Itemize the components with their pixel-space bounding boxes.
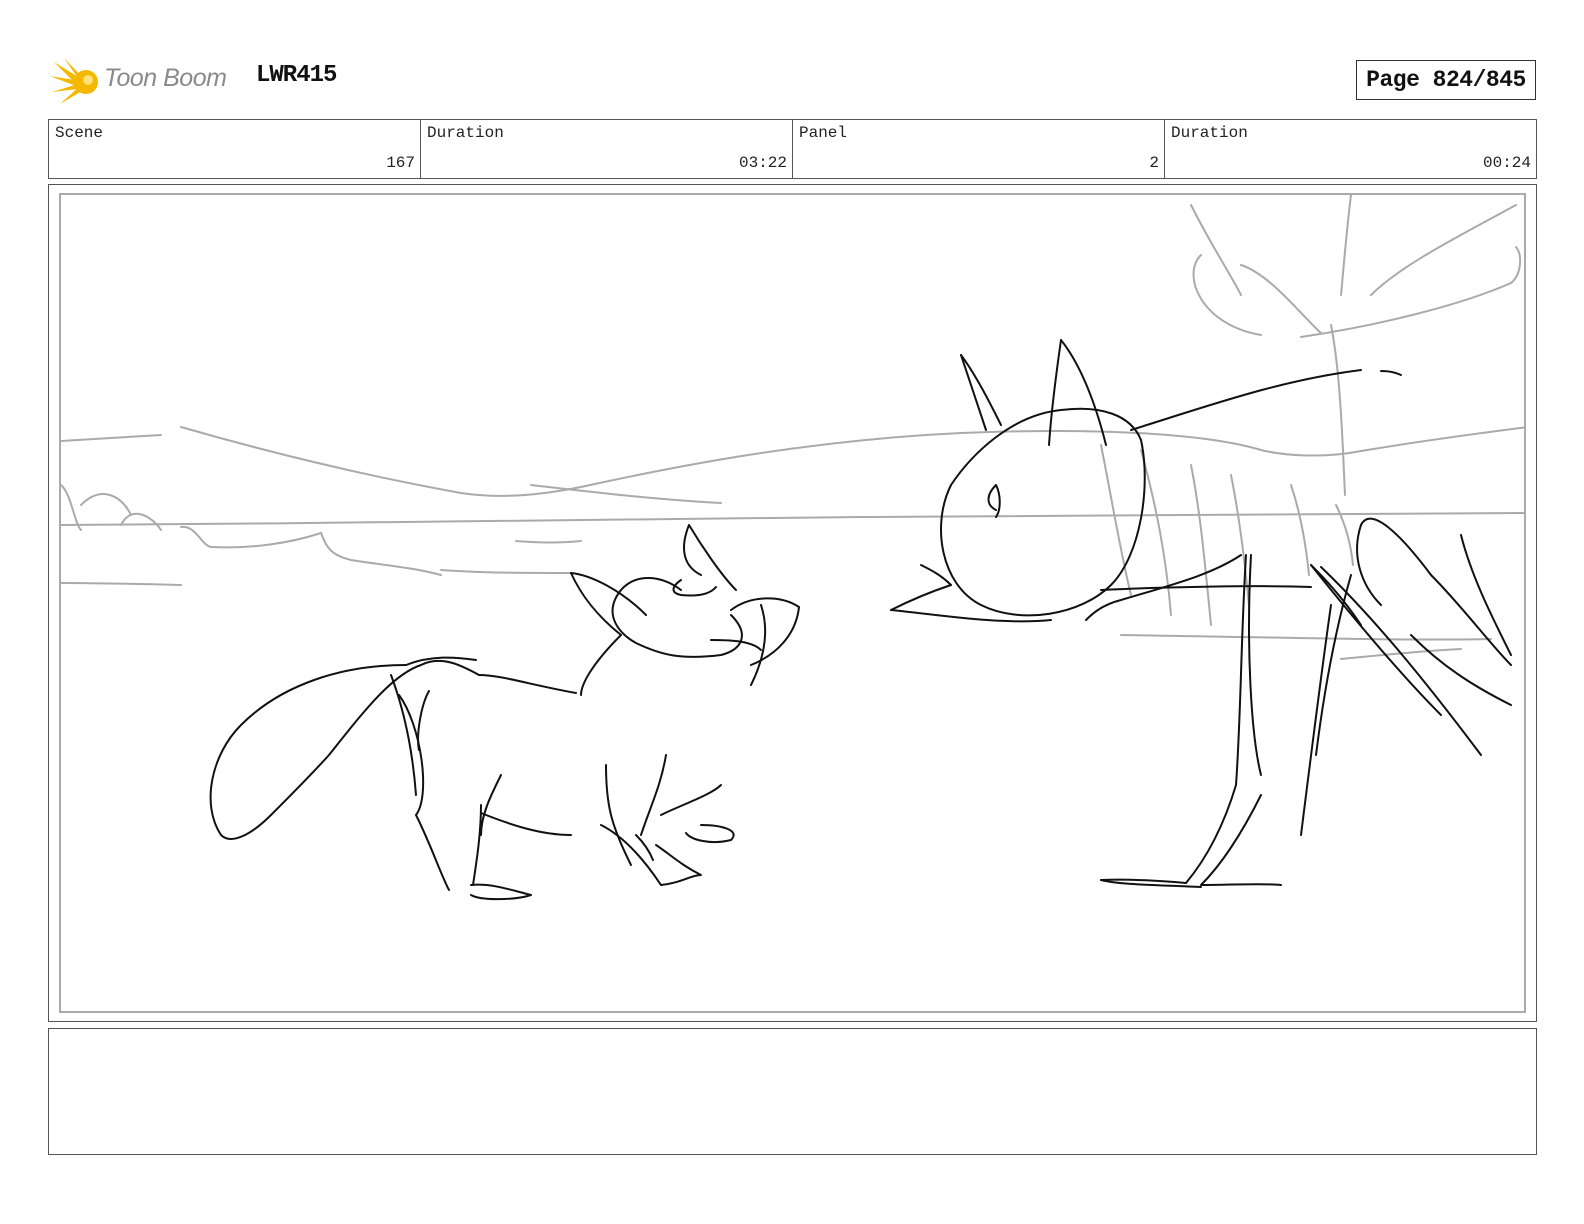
page-indicator: Page 824/845 bbox=[1356, 60, 1536, 100]
scene-duration-value: 03:22 bbox=[738, 154, 787, 172]
scene-cell: Scene 167 bbox=[49, 120, 421, 178]
info-bar: Scene 167 Duration 03:22 Panel 2 Duratio… bbox=[48, 119, 1537, 179]
panel-value: 2 bbox=[1149, 154, 1159, 172]
panel-cell: Panel 2 bbox=[793, 120, 1165, 178]
panel-duration-cell: Duration 00:24 bbox=[1165, 120, 1536, 178]
panel-duration-label: Duration bbox=[1171, 124, 1248, 142]
scene-duration-label: Duration bbox=[427, 124, 504, 142]
scene-label: Scene bbox=[55, 124, 104, 142]
project-code: LWR415 bbox=[256, 62, 337, 89]
panel-sketch bbox=[61, 195, 1524, 901]
scene-duration-cell: Duration 03:22 bbox=[421, 120, 793, 178]
scene-value: 167 bbox=[386, 154, 415, 172]
starburst-icon bbox=[50, 58, 98, 104]
panel-label: Panel bbox=[799, 124, 848, 142]
storyboard-panel bbox=[48, 184, 1537, 1022]
toon-boom-logo: Toon Boom bbox=[50, 56, 240, 106]
background-sketch bbox=[61, 195, 1524, 660]
cat-sketch bbox=[890, 339, 1512, 888]
panel-notes bbox=[48, 1028, 1537, 1155]
fox-sketch bbox=[209, 524, 800, 901]
panel-image-area bbox=[59, 193, 1526, 1013]
logo-text: Toon Boom bbox=[104, 64, 227, 92]
panel-duration-value: 00:24 bbox=[1482, 154, 1531, 172]
